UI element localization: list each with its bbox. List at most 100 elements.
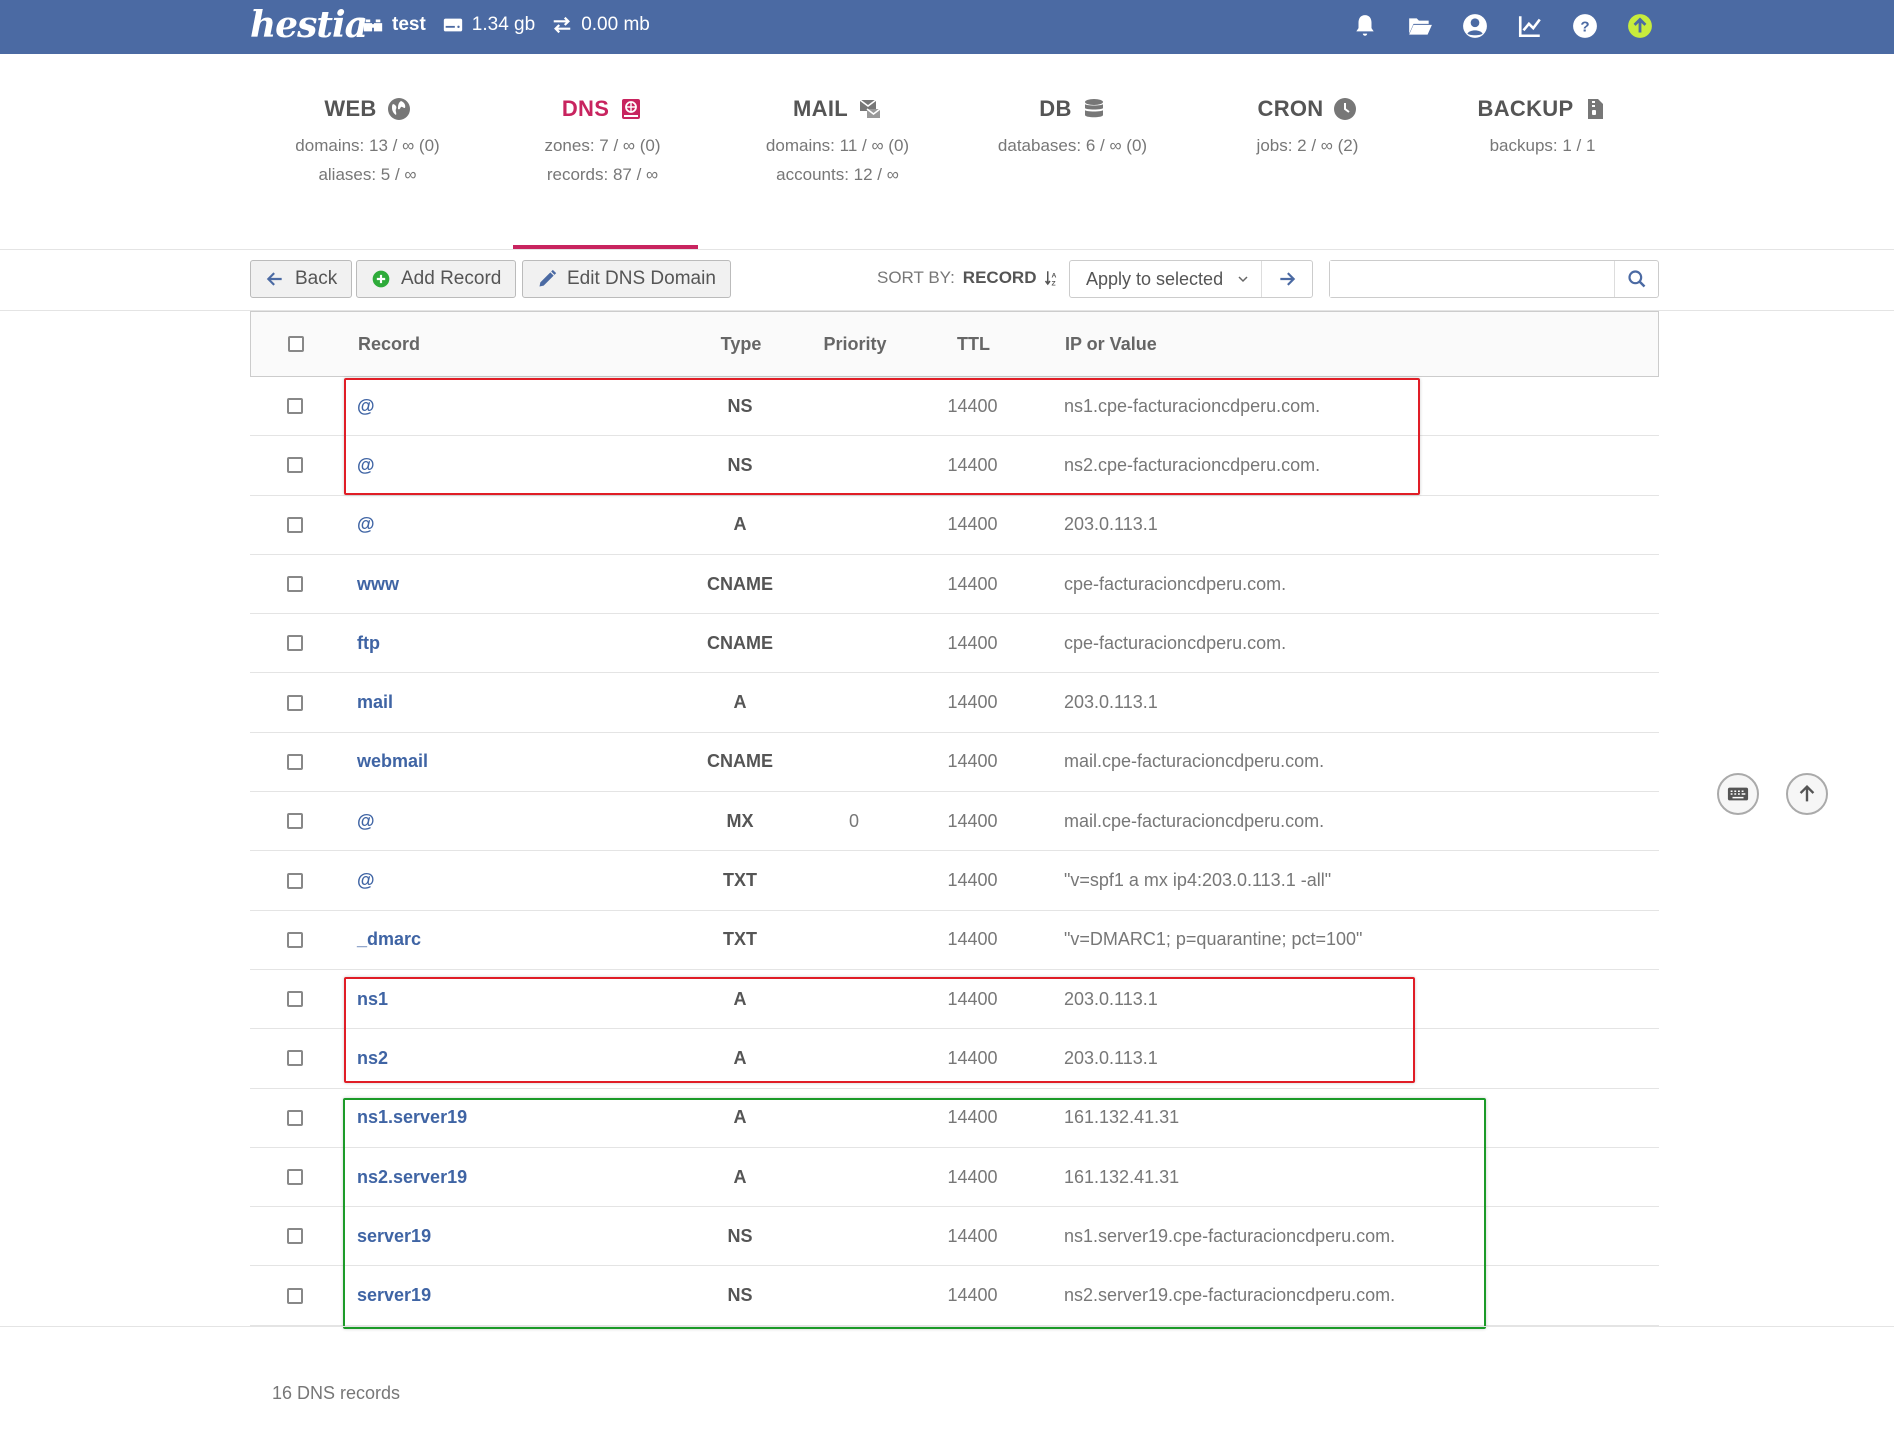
row-checkbox[interactable] [250, 1287, 357, 1304]
sort-by[interactable]: SORT BY: RECORD AZ [877, 268, 1062, 288]
panel-backup[interactable]: BACKUP backups: 1 / 1 [1425, 54, 1660, 249]
bell-icon [1356, 15, 1374, 36]
record-link[interactable]: server19 [357, 1285, 697, 1306]
notifications-button[interactable] [1351, 12, 1379, 40]
panel-line-2: records: 87 / ∞ [546, 165, 659, 184]
panel-title: DB [1039, 96, 1072, 121]
row-checkbox[interactable] [250, 1228, 357, 1245]
record-value: 161.132.41.31 [1064, 1166, 1180, 1187]
file-manager-button[interactable] [1406, 12, 1434, 40]
record-link[interactable]: webmail [357, 751, 697, 772]
clock-icon [1334, 98, 1357, 120]
keyboard-shortcuts-button[interactable] [1717, 773, 1759, 815]
record-ttl: 14400 [947, 929, 998, 950]
records-count: 16 DNS records [272, 1383, 401, 1403]
header-type[interactable]: Type [698, 334, 784, 355]
record-link[interactable]: ns2 [357, 1048, 697, 1069]
row-checkbox[interactable] [250, 1169, 357, 1185]
record-link[interactable]: ns1 [357, 989, 697, 1010]
panel-dns[interactable]: DNS zones: 7 / ∞ (0) records: 87 / ∞ [485, 54, 720, 249]
panel-line-1: zones: 7 / ∞ (0) [544, 136, 661, 155]
logo[interactable]: hestia [250, 4, 368, 46]
help-button[interactable]: ? [1571, 12, 1599, 40]
account-stats: test 1.34 gb 0.00 mb [362, 14, 650, 36]
record-link[interactable]: @ [357, 514, 697, 535]
record-ttl: 14400 [947, 454, 998, 475]
row-checkbox[interactable] [250, 576, 357, 593]
panel-web[interactable]: WEB domains: 13 / ∞ (0) aliases: 5 / ∞ [250, 54, 485, 249]
record-link[interactable]: www [357, 574, 697, 595]
table-row: ns2.server19 A 14400 161.132.41.31 [250, 1148, 1659, 1208]
record-value: "v=spf1 a mx ip4:203.0.113.1 -all" [1064, 870, 1332, 891]
user-stat[interactable]: test [362, 14, 426, 36]
edit-dns-domain-button[interactable]: Edit DNS Domain [522, 260, 731, 298]
divider [0, 249, 1894, 250]
record-link[interactable]: ftp [357, 633, 697, 654]
row-checkbox[interactable] [250, 516, 357, 533]
username: test [392, 14, 426, 35]
record-type: NS [727, 454, 753, 475]
record-link[interactable]: ns2.server19 [357, 1167, 697, 1188]
row-checkbox[interactable] [250, 813, 357, 830]
row-checkbox[interactable] [250, 991, 357, 1008]
record-type: A [733, 988, 747, 1009]
record-type: MX [726, 810, 754, 831]
table-row: webmail CNAME 14400 mail.cpe-facturacioncdp… [250, 733, 1659, 793]
header-record[interactable]: Record [358, 334, 698, 355]
row-checkbox[interactable] [250, 872, 357, 889]
row-checkbox[interactable] [250, 457, 357, 474]
header-value[interactable]: IP or Value [1021, 334, 1658, 355]
record-type: A [733, 692, 747, 713]
header-priority[interactable]: Priority [784, 334, 926, 355]
folder-open-icon [1409, 18, 1432, 35]
panel-db[interactable]: DB databases: 6 / ∞ (0) [955, 54, 1190, 249]
table-row: ns1.server19 A 14400 161.132.41.31 [250, 1089, 1659, 1148]
header-ttl[interactable]: TTL [926, 334, 1021, 355]
row-checkbox[interactable] [250, 635, 357, 652]
sort-alpha-icon: AZ [1045, 271, 1057, 287]
panel-title: BACKUP [1477, 96, 1574, 121]
arrow-right-icon [1280, 272, 1296, 286]
record-type: TXT [723, 929, 757, 950]
record-type: A [733, 1107, 747, 1128]
bandwidth-usage: 0.00 mb [581, 14, 650, 35]
select-all-checkbox[interactable] [251, 336, 358, 352]
row-checkbox[interactable] [250, 931, 357, 948]
record-link[interactable]: @ [357, 811, 697, 832]
record-link[interactable]: ns1.server19 [357, 1107, 697, 1128]
plus-circle-icon [372, 270, 390, 288]
panel-mail[interactable]: MAIL domains: 11 / ∞ (0) accounts: 12 / … [720, 54, 955, 249]
row-checkbox[interactable] [250, 694, 357, 711]
record-link[interactable]: @ [357, 455, 697, 476]
table-body: @ NS 14400 ns1.cpe-facturacioncdperu.com. @ N… [250, 377, 1659, 1326]
table-row: ns2 A 14400 203.0.113.1 [250, 1029, 1659, 1089]
globe-icon [387, 98, 410, 120]
record-link[interactable]: _dmarc [357, 929, 697, 950]
record-link[interactable]: @ [357, 870, 697, 891]
record-ttl: 14400 [947, 870, 998, 891]
apply-button[interactable] [1262, 269, 1312, 289]
keyboard-icon [1727, 787, 1749, 801]
row-checkbox[interactable] [250, 753, 357, 770]
record-link[interactable]: @ [357, 396, 697, 417]
search-icon [1627, 270, 1645, 288]
search-input[interactable] [1330, 261, 1614, 297]
search-button[interactable] [1614, 261, 1658, 297]
row-checkbox[interactable] [250, 398, 357, 415]
apply-to-selected-select[interactable]: Apply to selected [1070, 261, 1262, 297]
table-header: Record Type Priority TTL IP or Value [250, 311, 1659, 377]
record-link[interactable]: server19 [357, 1226, 697, 1247]
add-record-button[interactable]: Add Record [356, 260, 517, 298]
panel-cron[interactable]: CRON jobs: 2 / ∞ (2) [1190, 54, 1425, 249]
updates-button[interactable] [1626, 12, 1654, 40]
record-link[interactable]: mail [357, 692, 697, 713]
row-checkbox[interactable] [250, 1109, 357, 1126]
arrow-up-icon [1799, 784, 1815, 802]
table-row: ftp CNAME 14400 cpe-facturacioncdperu.com. [250, 614, 1659, 674]
scroll-to-top-button[interactable] [1786, 773, 1828, 815]
statistics-button[interactable] [1516, 12, 1544, 40]
user-button[interactable] [1461, 12, 1489, 40]
record-value: ns1.cpe-facturacioncdperu.com. [1064, 395, 1321, 416]
back-button[interactable]: Back [250, 260, 353, 298]
row-checkbox[interactable] [250, 1050, 357, 1067]
